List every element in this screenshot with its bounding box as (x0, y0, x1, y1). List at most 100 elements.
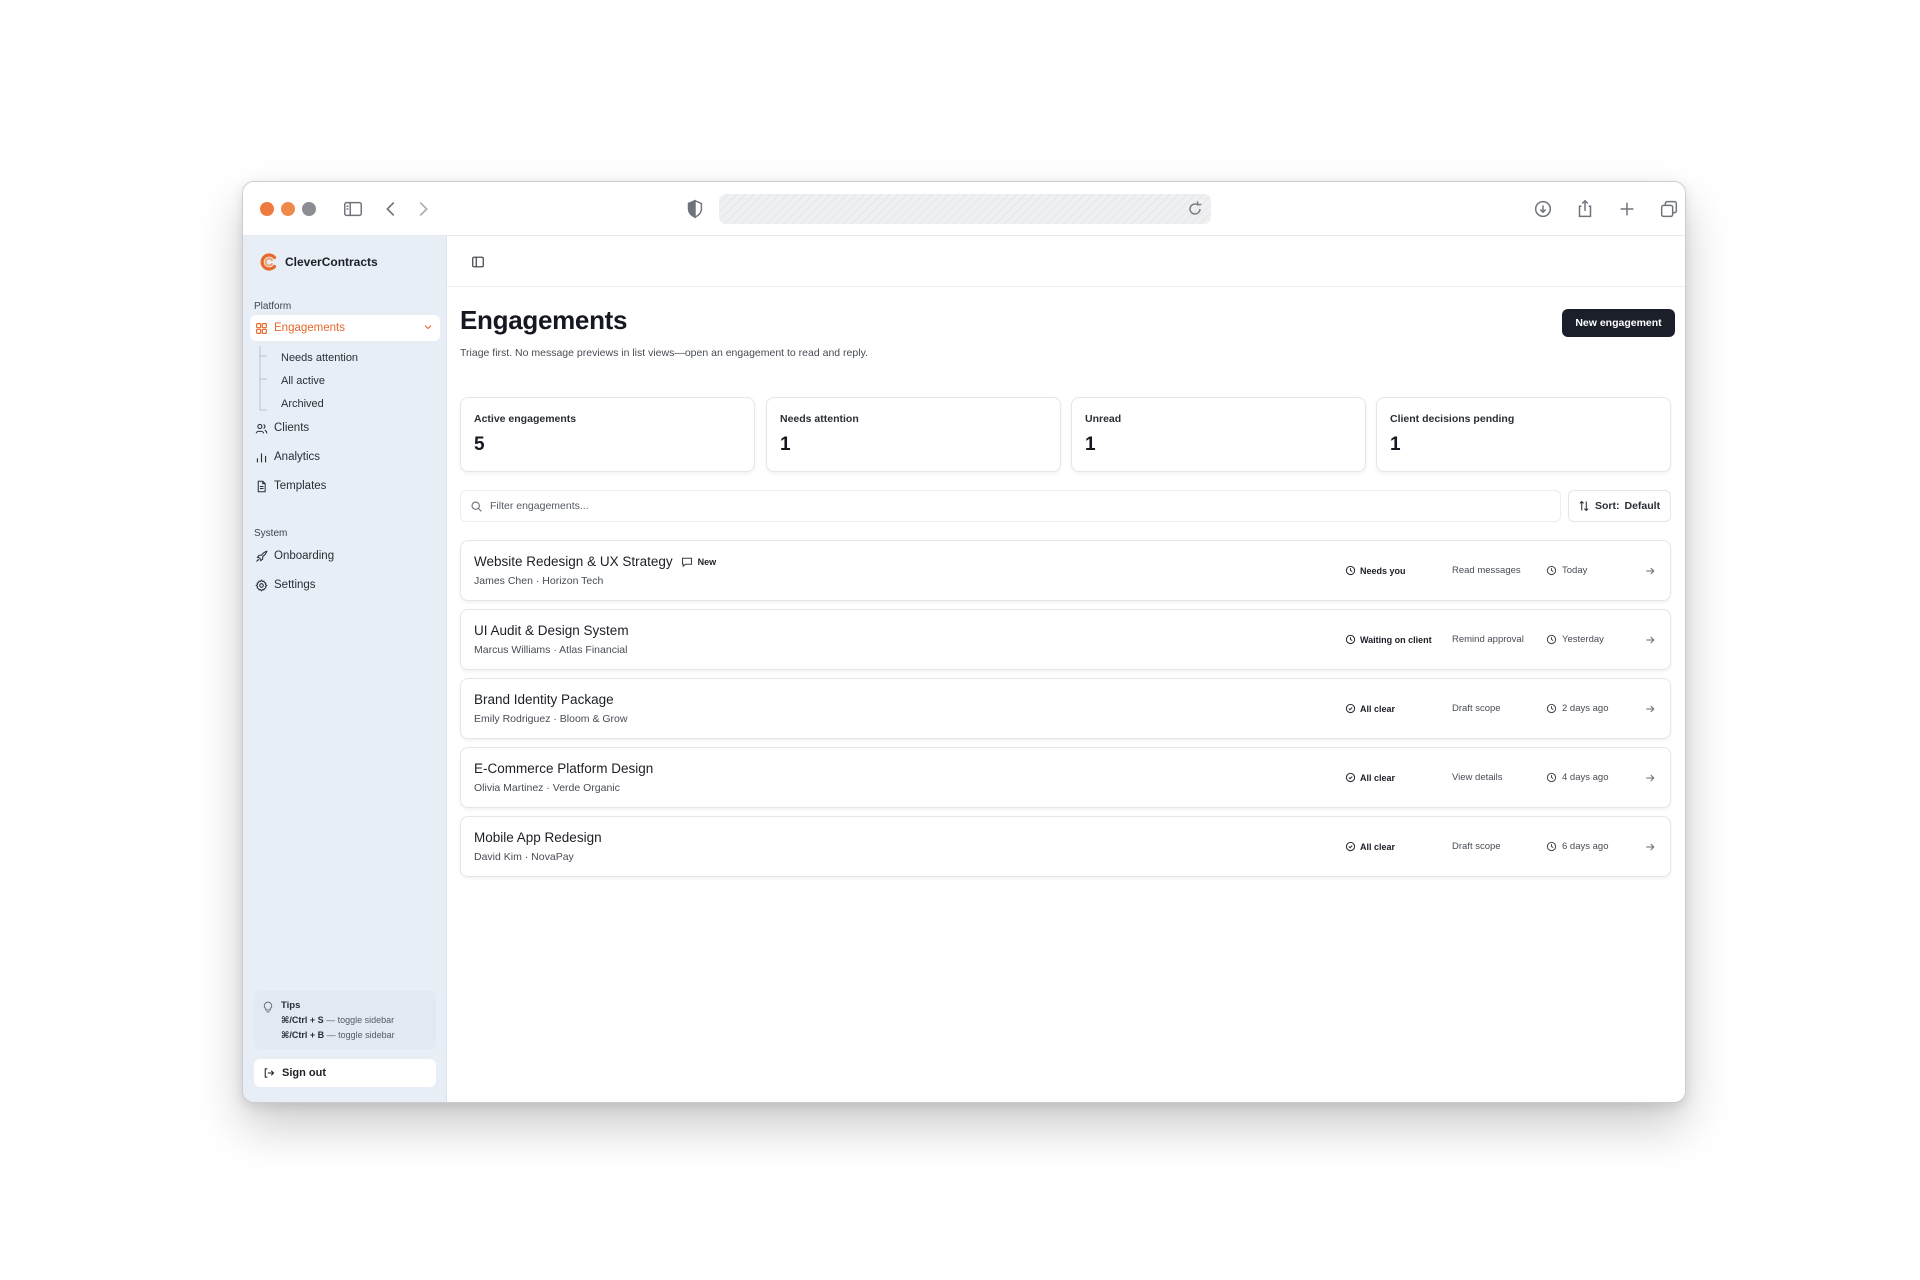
engagement-client: Olivia Martinez · Verde Organic (474, 782, 620, 794)
row-action-link[interactable]: View details (1452, 772, 1503, 783)
tip-line: ⌘/Ctrl + B — toggle sidebar (281, 1030, 395, 1041)
panel-toggle-icon[interactable] (471, 255, 485, 269)
engagement-title: E-Commerce Platform Design (474, 761, 653, 776)
tip-shortcut: ⌘/Ctrl + S (281, 1015, 324, 1025)
engagement-title-text: Mobile App Redesign (474, 830, 602, 845)
engagement-row[interactable]: Mobile App Redesign David Kim · NovaPay … (460, 816, 1671, 877)
app-sidebar: CleverContracts Platform Engagements Nee… (243, 236, 447, 1102)
sort-icon (1579, 500, 1589, 512)
status-text: Needs you (1360, 565, 1406, 576)
stat-label: Needs attention (780, 413, 859, 425)
sidebar-item-templates[interactable]: Templates (250, 473, 440, 499)
page-title: Engagements (460, 305, 628, 335)
sidebar-item-label: Onboarding (274, 550, 335, 562)
stat-card-needs-attention: Needs attention 1 (766, 397, 1061, 472)
address-bar[interactable] (719, 194, 1211, 224)
sidebar-item-clients[interactable]: Clients (250, 415, 440, 441)
tip-description: — toggle sidebar (323, 1015, 395, 1025)
engagement-title: UI Audit & Design System (474, 623, 629, 638)
shield-icon[interactable] (683, 197, 707, 221)
arrow-right-icon[interactable] (1644, 772, 1656, 784)
sort-value: Default (1624, 500, 1661, 512)
new-badge: New (697, 556, 717, 567)
row-action-link[interactable]: Draft scope (1452, 841, 1501, 852)
engagement-row[interactable]: E-Commerce Platform Design Olivia Martin… (460, 747, 1671, 808)
reload-icon[interactable] (1185, 199, 1205, 219)
time-text: 2 days ago (1562, 703, 1609, 714)
sidebar-item-onboarding[interactable]: Onboarding (250, 543, 440, 569)
tips-title: Tips (281, 1000, 301, 1011)
back-icon[interactable] (379, 197, 403, 221)
time-text: Today (1562, 565, 1588, 576)
sidebar-item-settings[interactable]: Settings (250, 572, 440, 598)
row-time: Today (1546, 565, 1587, 576)
brand[interactable]: CleverContracts (259, 252, 378, 272)
browser-window: CleverContracts Platform Engagements Nee… (242, 181, 1686, 1103)
engagement-client: James Chen · Horizon Tech (474, 575, 604, 587)
share-icon[interactable] (1573, 197, 1597, 221)
engagement-title-text: Website Redesign & UX Strategy (474, 554, 673, 569)
status-badge: All clear (1345, 841, 1395, 852)
brand-logo-icon (260, 253, 277, 271)
minimize-window-button[interactable] (281, 202, 295, 216)
sidebar-toggle-icon[interactable] (341, 197, 365, 221)
app-topbar (447, 236, 1685, 287)
sidebar-item-analytics[interactable]: Analytics (250, 444, 440, 470)
check-circle-icon (1345, 772, 1356, 783)
stat-value: 1 (1390, 434, 1401, 455)
arrow-right-icon[interactable] (1644, 565, 1656, 577)
clock-icon (1345, 634, 1356, 645)
download-icon[interactable] (1531, 197, 1555, 221)
row-action-link[interactable]: Draft scope (1452, 703, 1501, 714)
message-icon (681, 557, 692, 567)
clock-icon (1546, 841, 1557, 852)
sidebar-item-label: Engagements (274, 322, 345, 334)
status-badge: All clear (1345, 703, 1395, 714)
chevron-down-icon[interactable] (422, 321, 434, 333)
check-circle-icon (1345, 841, 1356, 852)
status-badge: Waiting on client (1345, 634, 1432, 645)
sidebar-subitem-needs-attention[interactable]: Needs attention (281, 352, 358, 364)
arrow-right-icon[interactable] (1644, 634, 1656, 646)
tab-overview-icon[interactable] (1657, 197, 1681, 221)
clock-icon (1546, 565, 1557, 576)
arrow-right-icon[interactable] (1644, 841, 1656, 853)
engagement-row[interactable]: Website Redesign & UX Strategy New James… (460, 540, 1671, 601)
forward-icon[interactable] (411, 197, 435, 221)
sidebar-subitem-all-active[interactable]: All active (281, 375, 325, 387)
engagement-title: Mobile App Redesign (474, 830, 602, 845)
sort-button[interactable]: Sort: Default (1568, 490, 1671, 522)
section-label-platform: Platform (254, 301, 292, 312)
engagement-row[interactable]: Brand Identity Package Emily Rodriguez ·… (460, 678, 1671, 739)
row-time: 6 days ago (1546, 841, 1608, 852)
close-window-button[interactable] (260, 202, 274, 216)
tips-panel: Tips ⌘/Ctrl + S — toggle sidebar ⌘/Ctrl … (254, 991, 436, 1049)
engagement-title: Brand Identity Package (474, 692, 614, 707)
sidebar-item-engagements[interactable]: Engagements (250, 315, 440, 341)
stat-value: 1 (1085, 434, 1096, 455)
time-text: Yesterday (1562, 634, 1604, 645)
new-tab-icon[interactable] (1615, 197, 1639, 221)
browser-toolbar (243, 182, 1685, 236)
sidebar-item-label: Settings (274, 579, 316, 591)
row-action-link[interactable]: Read messages (1452, 565, 1521, 576)
row-time: 4 days ago (1546, 772, 1608, 783)
engagement-row[interactable]: UI Audit & Design System Marcus Williams… (460, 609, 1671, 670)
time-text: 6 days ago (1562, 841, 1609, 852)
sign-out-button[interactable]: Sign out (254, 1059, 436, 1087)
tip-description: — toggle sidebar (324, 1030, 395, 1040)
arrow-right-icon[interactable] (1644, 703, 1656, 715)
new-engagement-button[interactable]: New engagement (1562, 309, 1675, 337)
gear-icon (255, 578, 268, 592)
zoom-window-button[interactable] (302, 202, 316, 216)
sidebar-item-label: Clients (274, 422, 310, 434)
clock-icon (1345, 565, 1356, 576)
time-text: 4 days ago (1562, 772, 1609, 783)
stat-card-active: Active engagements 5 (460, 397, 755, 472)
file-icon (257, 480, 266, 492)
sidebar-subitem-archived[interactable]: Archived (281, 398, 324, 410)
engagement-title-text: E-Commerce Platform Design (474, 761, 654, 776)
stat-card-client-decisions: Client decisions pending 1 (1376, 397, 1671, 472)
row-action-link[interactable]: Remind approval (1452, 634, 1524, 645)
filter-input[interactable]: Filter engagements... (460, 490, 1561, 522)
